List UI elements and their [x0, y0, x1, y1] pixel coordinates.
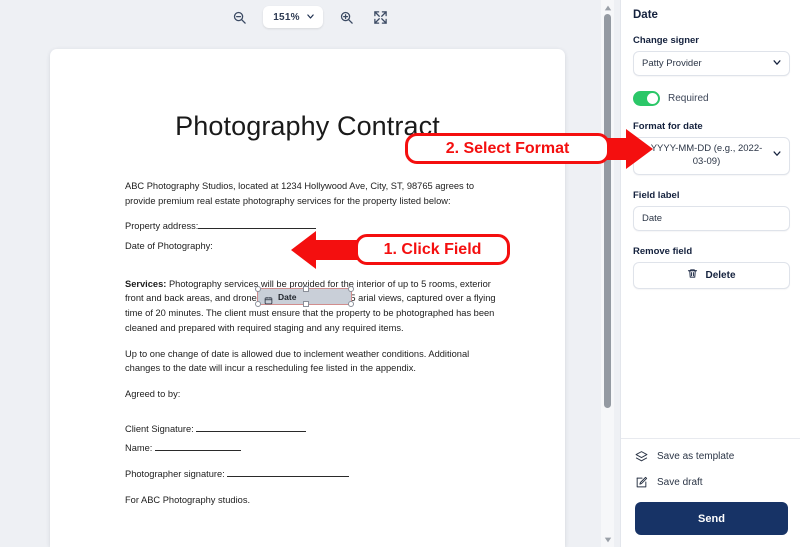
resize-handle-top-left[interactable] [255, 286, 261, 292]
save-draft-label: Save draft [657, 477, 703, 488]
scroll-down-arrow-icon[interactable] [601, 533, 614, 546]
trash-icon [687, 268, 698, 282]
format-for-date-label: Format for date [633, 121, 703, 132]
zoom-level-value: 151% [273, 11, 300, 23]
document-viewer: 151% Photography Contract ABC Photograph… [0, 0, 620, 547]
panel-content: Date Change signer Patty Provider Requir… [621, 0, 800, 438]
edit-pencil-icon [635, 476, 648, 489]
document-footer-text: For ABC Photography studios. [125, 494, 251, 505]
property-address-label: Property address: [125, 221, 199, 232]
resize-handle-bottom-right[interactable] [348, 301, 354, 307]
photographer-signature-label: Photographer signature: [125, 468, 225, 479]
name-label: Name: [125, 443, 153, 454]
reschedule-paragraph: Up to one change of date is allowed due … [125, 348, 470, 374]
client-signature-label: Client Signature: [125, 423, 194, 434]
zoom-in-icon[interactable] [337, 7, 357, 27]
scrollbar-thumb[interactable] [604, 14, 611, 408]
zoom-out-icon[interactable] [229, 7, 249, 27]
photographer-signature-line: Photographer signature: [125, 467, 497, 482]
services-heading: Services: [125, 278, 167, 289]
change-signer-label: Change signer [633, 35, 699, 46]
field-label-input[interactable]: Date [633, 205, 790, 231]
name-rule [154, 450, 241, 452]
panel-footer: Save as template Save draft Send [621, 438, 800, 547]
save-as-template-label: Save as template [657, 451, 735, 462]
scroll-up-arrow-icon[interactable] [601, 1, 614, 14]
services-paragraph: Services: Photography services will be p… [125, 277, 497, 336]
signer-select[interactable]: Patty Provider [633, 51, 790, 76]
field-settings-panel: Date Change signer Patty Provider Requir… [620, 0, 800, 547]
toggle-knob [647, 93, 658, 104]
resize-handle-top-middle[interactable] [303, 286, 309, 292]
panel-title: Date [633, 9, 658, 21]
required-label: Required [668, 93, 709, 104]
resize-handle-bottom-left[interactable] [255, 301, 261, 307]
calendar-icon [264, 292, 273, 305]
date-field-widget[interactable]: Date [255, 286, 354, 307]
date-format-select[interactable]: YYYY-MM-DD (e.g., 2022-03-09) [633, 137, 790, 175]
name-line: Name: [125, 441, 497, 456]
viewer-scrollbar[interactable] [601, 0, 614, 547]
annotation-text: 1. Click Field [383, 240, 482, 258]
date-of-photography-label: Date of Photography: [125, 241, 213, 252]
photographer-signature-rule [227, 475, 350, 477]
save-as-template-link[interactable]: Save as template [635, 450, 788, 463]
fullscreen-icon[interactable] [371, 7, 391, 27]
send-button[interactable]: Send [635, 502, 788, 535]
field-label-label: Field label [633, 189, 680, 201]
app-root: 151% Photography Contract ABC Photograph… [0, 0, 800, 547]
layers-icon [635, 450, 648, 463]
agreed-label: Agreed to by: [125, 388, 181, 399]
annotation-callout-click-field: 1. Click Field [355, 234, 510, 265]
delete-button[interactable]: Delete [633, 261, 790, 289]
viewer-toolbar: 151% [0, 0, 620, 34]
save-draft-link[interactable]: Save draft [635, 476, 788, 489]
annotation-text: 2. Select Format [445, 139, 570, 157]
services-text: Photography services will be provided fo… [125, 278, 496, 333]
resize-handle-top-right[interactable] [348, 286, 354, 292]
client-signature-rule [196, 430, 307, 432]
date-format-value: YYYY-MM-DD (e.g., 2022-03-09) [650, 143, 763, 167]
chevron-down-icon [306, 8, 315, 26]
client-signature-line: Client Signature: [125, 422, 497, 437]
chevron-down-icon [772, 57, 782, 70]
remove-field-label: Remove field [633, 245, 693, 257]
send-label: Send [698, 512, 725, 525]
chevron-down-icon [772, 148, 782, 163]
required-toggle-row[interactable]: Required [633, 91, 790, 106]
document-page: Photography Contract ABC Photography Stu… [50, 49, 565, 547]
required-toggle[interactable] [633, 91, 660, 106]
field-label-value: Date [642, 212, 663, 224]
signer-value: Patty Provider [642, 58, 702, 69]
zoom-level-select[interactable]: 151% [263, 6, 323, 28]
date-field-label: Date [278, 291, 297, 302]
delete-label: Delete [705, 269, 736, 281]
annotation-callout-select-format: 2. Select Format [405, 133, 610, 164]
resize-handle-bottom-middle[interactable] [303, 301, 309, 307]
intro-paragraph: ABC Photography Studios, located at 1234… [125, 181, 475, 206]
